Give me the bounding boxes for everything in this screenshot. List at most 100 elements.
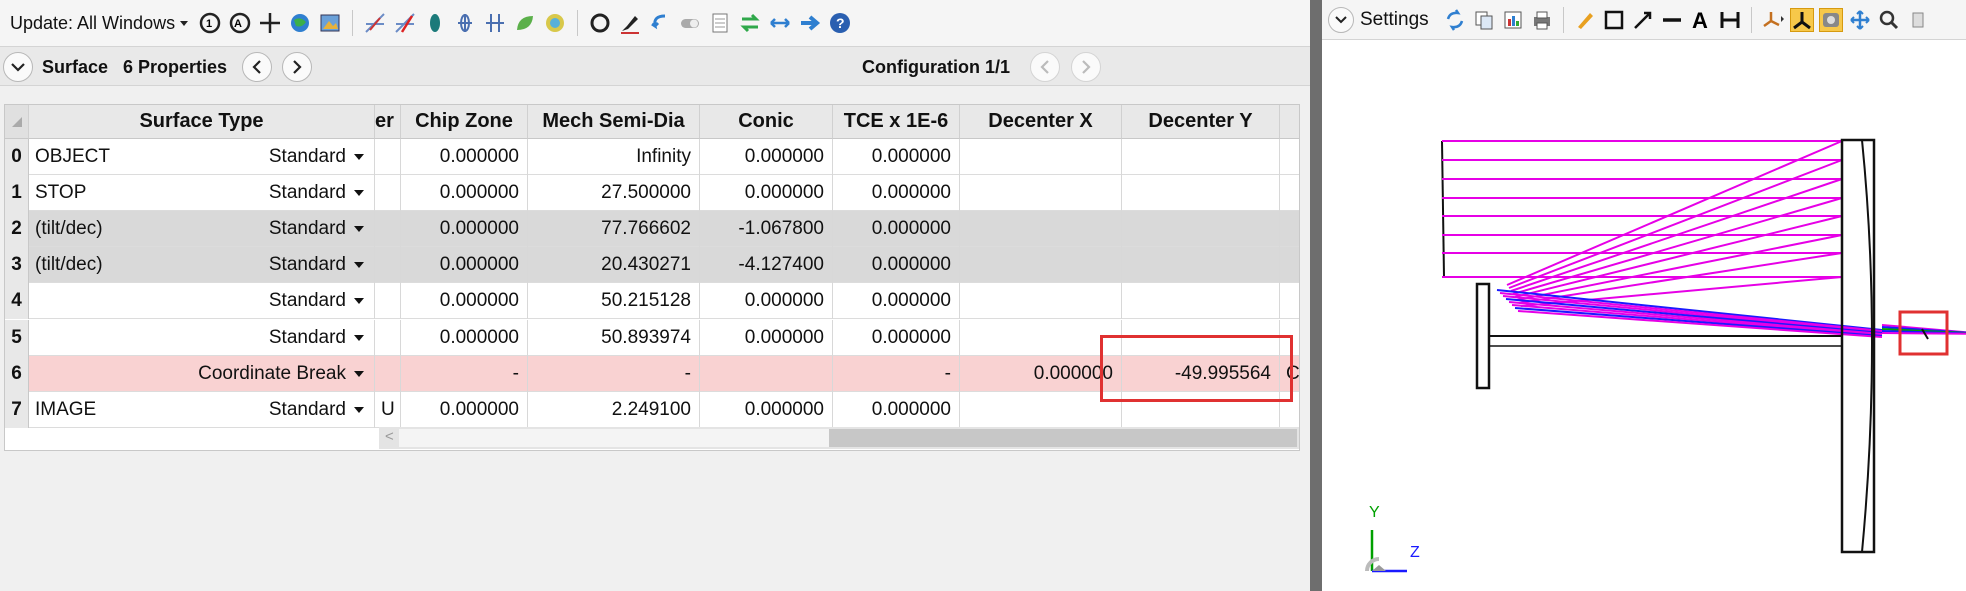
partial-cell[interactable]: [375, 139, 401, 175]
aperture-icon[interactable]: [588, 11, 612, 35]
overflow-cell[interactable]: [1280, 247, 1299, 283]
tce-cell[interactable]: 0.000000: [833, 319, 960, 356]
chip-zone-cell[interactable]: 0.000000: [401, 319, 528, 356]
decenter-y-cell[interactable]: [1122, 139, 1280, 175]
overflow-cell[interactable]: [1280, 139, 1299, 175]
text-icon[interactable]: A: [1689, 8, 1713, 32]
notes-icon[interactable]: [708, 11, 732, 35]
rectangle-icon[interactable]: [1602, 8, 1626, 32]
mech-semi-dia-cell[interactable]: 50.893974: [528, 319, 700, 356]
color-wheel-icon[interactable]: [543, 11, 567, 35]
axis-view-icon[interactable]: [1789, 7, 1814, 32]
expand-arrows-icon[interactable]: [768, 11, 792, 35]
partial-cell[interactable]: [375, 175, 401, 212]
globe-icon[interactable]: [288, 11, 312, 35]
table-row[interactable]: 4 Standard 0.000000 50.215128 0.000000 0.0000…: [5, 283, 1299, 320]
zoom-icon[interactable]: [1877, 8, 1901, 32]
surface-type-cell[interactable]: (tilt/dec) Standard: [29, 247, 375, 284]
image-icon[interactable]: [318, 11, 342, 35]
ray-trace-icon[interactable]: [363, 11, 387, 35]
chip-zone-cell[interactable]: 0.000000: [401, 247, 528, 284]
header-chip-zone[interactable]: Chip Zone: [401, 105, 528, 139]
lens-group-icon[interactable]: [483, 11, 507, 35]
surface-type-dropdown[interactable]: Standard: [269, 290, 364, 312]
update-all-icon[interactable]: A: [228, 11, 252, 35]
surface-type-cell[interactable]: Coordinate Break: [29, 355, 375, 392]
decenter-x-cell[interactable]: [960, 175, 1122, 212]
print-icon[interactable]: [1530, 8, 1554, 32]
horizontal-scrollbar[interactable]: <: [379, 427, 1299, 449]
lens-split-icon[interactable]: [453, 11, 477, 35]
tce-cell[interactable]: 0.000000: [833, 139, 960, 175]
tce-cell[interactable]: 0.000000: [833, 247, 960, 284]
swap-arrows-icon[interactable]: [738, 11, 762, 35]
conic-cell[interactable]: -4.127400: [700, 247, 833, 284]
surface-type-cell[interactable]: Standard: [29, 283, 375, 320]
zoom-box-icon[interactable]: [1818, 7, 1843, 32]
more-icon[interactable]: [1906, 8, 1930, 32]
mech-semi-dia-cell[interactable]: Infinity: [528, 139, 700, 175]
decenter-y-cell[interactable]: [1122, 175, 1280, 212]
table-row[interactable]: 2 (tilt/dec) Standard 0.000000 77.766602 -1.0…: [5, 211, 1299, 248]
mech-semi-dia-cell[interactable]: 20.430271: [528, 247, 700, 284]
surface-type-dropdown[interactable]: Standard: [269, 182, 364, 204]
surface-type-dropdown[interactable]: Coordinate Break: [198, 363, 364, 385]
scrollbar-track[interactable]: [399, 429, 829, 447]
decenter-x-cell[interactable]: [960, 139, 1122, 175]
refresh-icon[interactable]: [1443, 8, 1467, 32]
surface-type-dropdown[interactable]: Standard: [269, 146, 364, 168]
partial-cell[interactable]: [375, 211, 401, 248]
header-surface-type[interactable]: Surface Type: [29, 105, 375, 139]
overflow-cell[interactable]: [1280, 283, 1299, 319]
crosshair-icon[interactable]: [258, 11, 282, 35]
settings-toggle-button[interactable]: [1328, 6, 1354, 33]
tce-cell[interactable]: 0.000000: [833, 391, 960, 428]
mech-semi-dia-cell[interactable]: 50.215128: [528, 283, 700, 320]
decenter-x-cell[interactable]: [960, 319, 1122, 356]
arrow-right-icon[interactable]: [798, 11, 822, 35]
pane-splitter[interactable]: [1310, 0, 1322, 591]
settings-label[interactable]: Settings: [1360, 9, 1429, 31]
conic-cell[interactable]: -1.067800: [700, 211, 833, 248]
scrollbar-thumb[interactable]: [829, 429, 1297, 447]
partial-cell[interactable]: [375, 319, 401, 356]
previous-surface-button[interactable]: [242, 52, 272, 82]
conic-cell[interactable]: [700, 355, 833, 392]
decenter-x-cell[interactable]: [960, 283, 1122, 320]
chip-zone-cell[interactable]: -: [401, 355, 528, 392]
conic-cell[interactable]: 0.000000: [700, 319, 833, 356]
toggle-icon[interactable]: [678, 11, 702, 35]
line-icon[interactable]: [1660, 8, 1684, 32]
expand-properties-button[interactable]: [3, 52, 33, 82]
table-row[interactable]: 1 STOP Standard 0.000000 27.500000 0.000000 0.…: [5, 175, 1299, 212]
partial-cell[interactable]: [375, 283, 401, 320]
surface-type-cell[interactable]: Standard: [29, 319, 375, 356]
rotate-axis-icon[interactable]: [1761, 8, 1785, 32]
header-conic[interactable]: Conic: [700, 105, 833, 139]
ray-trace-red-icon[interactable]: [393, 11, 417, 35]
table-row[interactable]: 3 (tilt/dec) Standard 0.000000 20.430271 -4.1…: [5, 247, 1299, 284]
partial-cell[interactable]: U: [375, 391, 401, 428]
surface-type-dropdown[interactable]: Standard: [269, 218, 364, 240]
decenter-y-cell[interactable]: [1122, 211, 1280, 248]
surface-type-cell[interactable]: STOP Standard: [29, 175, 375, 212]
dimension-icon[interactable]: [1718, 8, 1742, 32]
mech-semi-dia-cell[interactable]: 77.766602: [528, 211, 700, 248]
copy-icon[interactable]: [1472, 8, 1496, 32]
header-tce[interactable]: TCE x 1E-6: [833, 105, 960, 139]
pencil-icon[interactable]: [1573, 8, 1597, 32]
tce-cell[interactable]: 0.000000: [833, 283, 960, 320]
decenter-y-cell[interactable]: [1122, 283, 1280, 320]
overflow-cell[interactable]: [1280, 175, 1299, 211]
conic-cell[interactable]: 0.000000: [700, 175, 833, 212]
update-icon[interactable]: 1: [198, 11, 222, 35]
chip-zone-cell[interactable]: 0.000000: [401, 211, 528, 248]
header-partial-column[interactable]: er: [375, 105, 401, 139]
tce-cell[interactable]: 0.000000: [833, 175, 960, 212]
decenter-x-cell[interactable]: 0.000000: [960, 355, 1122, 392]
update-dropdown[interactable]: Update: All Windows: [10, 13, 189, 34]
mech-semi-dia-cell[interactable]: 27.500000: [528, 175, 700, 212]
conic-cell[interactable]: 0.000000: [700, 139, 833, 175]
decenter-x-cell[interactable]: [960, 391, 1122, 428]
lens-icon[interactable]: [423, 11, 447, 35]
